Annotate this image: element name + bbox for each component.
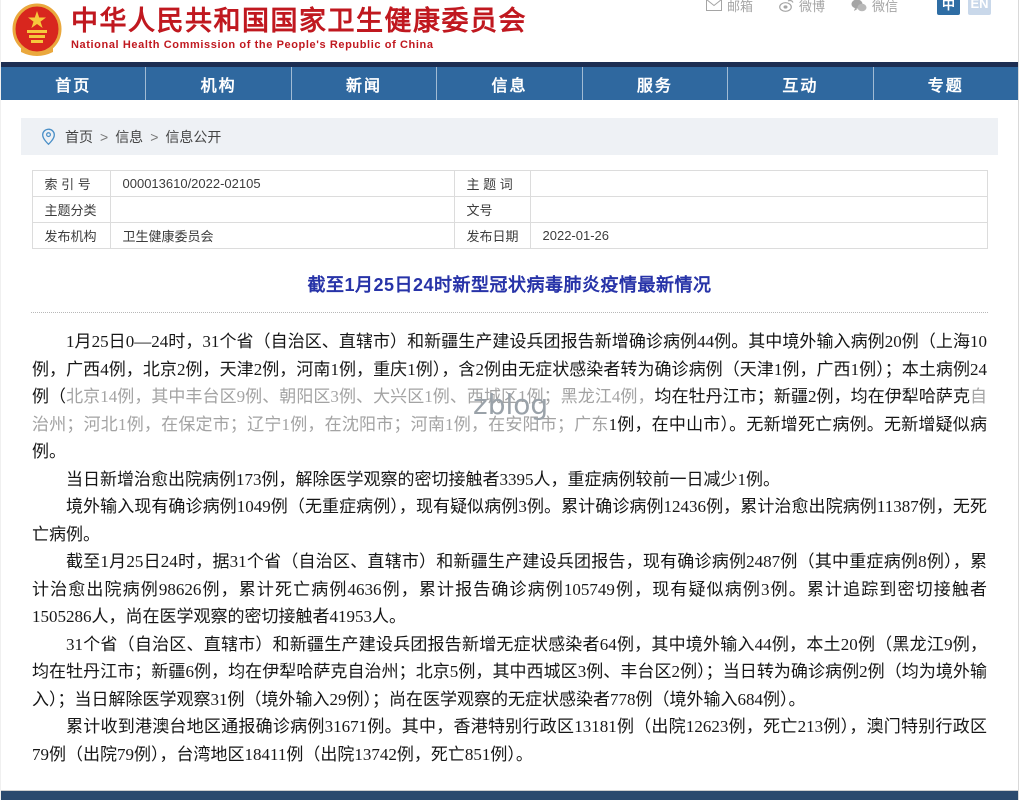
wechat-icon: [851, 0, 867, 11]
language-switch: 中 EN: [937, 0, 991, 15]
mail-link[interactable]: 邮箱: [705, 0, 753, 15]
paragraph-segment: 北京14例，其中丰台区9例、朝阳区3例、大兴区1例、西城区1例；黑龙江4例，: [66, 387, 655, 406]
meta-value-subject-category: [109, 196, 455, 223]
breadcrumb: 首页 > 信息 > 信息公开: [21, 118, 998, 155]
meta-value-publisher: 卫生健康委员会: [109, 222, 455, 249]
article-paragraph: 31个省（自治区、直辖市）和新疆生产建设兵团报告新增无症状感染者64例，其中境外…: [32, 631, 987, 714]
wechat-label: 微信: [871, 0, 898, 14]
location-pin-icon: [41, 128, 56, 146]
breadcrumb-separator: >: [100, 128, 109, 145]
meta-value-doc-number: [529, 196, 988, 223]
breadcrumb-info-disclosure[interactable]: 信息公开: [165, 127, 221, 147]
nav-item-interaction[interactable]: 互动: [728, 67, 874, 100]
meta-label-index-number: 索 引 号: [31, 170, 111, 197]
nav-item-information[interactable]: 信息: [437, 67, 583, 100]
paragraph-segment: 当日新增治愈出院病例173例，解除医学观察的密切接触者3395人，重症病例较前一…: [66, 469, 780, 489]
meta-value-index-number: 000013610/2022-02105: [109, 170, 455, 197]
lang-en-button[interactable]: EN: [968, 0, 991, 15]
document-meta-table: 索 引 号 000013610/2022-02105 主 题 词 主题分类 文号…: [31, 170, 988, 249]
nav-item-services[interactable]: 服务: [583, 67, 729, 100]
nav-item-news[interactable]: 新闻: [292, 67, 438, 100]
breadcrumb-separator: >: [150, 128, 159, 145]
mail-label: 邮箱: [726, 0, 753, 14]
national-emblem-icon: [12, 3, 62, 56]
meta-value-subject-word: [529, 170, 988, 197]
nav-item-home[interactable]: 首页: [1, 67, 147, 100]
mail-icon: [705, 0, 722, 11]
article-paragraph: 截至1月25日24时，据31个省（自治区、直辖市）和新疆生产建设兵团报告，现有确…: [32, 548, 987, 631]
article-paragraph: 当日新增治愈出院病例173例，解除医学观察的密切接触者3395人，重症病例较前一…: [32, 466, 987, 494]
paragraph-segment: 均在牡丹江市；新疆2例，均在伊犁哈萨克: [654, 387, 971, 406]
weibo-link[interactable]: 微博: [779, 0, 825, 15]
meta-label-publisher: 发布机构: [31, 222, 111, 249]
header-quick-links: 邮箱 微博 微信: [705, 0, 898, 17]
meta-value-publish-date: 2022-01-26: [529, 222, 988, 249]
meta-label-doc-number: 文号: [453, 196, 531, 223]
main-nav: 首页 机构 新闻 信息 服务 互动 专题: [1, 67, 1018, 100]
nav-item-institutions[interactable]: 机构: [146, 67, 292, 100]
site-titles: 中华人民共和国国家卫生健康委员会 National Health Commiss…: [71, 2, 527, 51]
footer-strip: [1, 790, 1018, 800]
wechat-link[interactable]: 微信: [851, 0, 898, 15]
paragraph-segment: 累计收到港澳台地区通报确诊病例31671例。其中，香港特别行政区13181例（出…: [32, 717, 987, 764]
site-subtitle: National Health Commission of the People…: [71, 39, 434, 51]
site-title: 中华人民共和国国家卫生健康委员会: [71, 6, 527, 36]
paragraph-segment: 截至1月25日24时，据31个省（自治区、直辖市）和新疆生产建设兵团报告，现有确…: [32, 552, 987, 626]
nav-item-topics[interactable]: 专题: [874, 67, 1018, 100]
weibo-label: 微博: [798, 0, 825, 14]
page: 中华人民共和国国家卫生健康委员会 National Health Commiss…: [0, 0, 1019, 800]
site-logo: 中华人民共和国国家卫生健康委员会 National Health Commiss…: [11, 2, 527, 58]
article-body: 1月25日0—24时，31个省（自治区、直辖市）和新疆生产建设兵团报告新增确诊病…: [32, 328, 987, 768]
meta-row-index: 索 引 号 000013610/2022-02105 主 题 词: [31, 170, 988, 197]
breadcrumb-information[interactable]: 信息: [115, 127, 143, 147]
site-header: 中华人民共和国国家卫生健康委员会 National Health Commiss…: [1, 0, 1018, 62]
weibo-icon: [779, 0, 794, 12]
meta-label-subject-word: 主 题 词: [453, 170, 531, 197]
article-paragraph: 1月25日0—24时，31个省（自治区、直辖市）和新疆生产建设兵团报告新增确诊病…: [32, 328, 987, 466]
meta-label-subject-category: 主题分类: [31, 196, 111, 223]
meta-row-category: 主题分类 文号: [31, 196, 988, 223]
article-paragraph: 境外输入现有确诊病例1049例（无重症病例），现有疑似病例3例。累计确诊病例12…: [32, 493, 987, 548]
paragraph-segment: 境外输入现有确诊病例1049例（无重症病例），现有疑似病例3例。累计确诊病例12…: [32, 497, 987, 544]
lang-zh-button[interactable]: 中: [937, 0, 960, 15]
breadcrumb-home[interactable]: 首页: [65, 127, 93, 147]
meta-label-publish-date: 发布日期: [453, 222, 531, 249]
meta-row-publisher: 发布机构 卫生健康委员会 发布日期 2022-01-26: [31, 222, 988, 249]
article-title: 截至1月25日24时新型冠状病毒肺炎疫情最新情况: [307, 275, 712, 295]
paragraph-segment: 31个省（自治区、直辖市）和新疆生产建设兵团报告新增无症状感染者64例，其中境外…: [32, 634, 987, 709]
article-paragraph: 累计收到港澳台地区通报确诊病例31671例。其中，香港特别行政区13181例（出…: [32, 713, 987, 768]
dotted-divider: [31, 312, 988, 313]
